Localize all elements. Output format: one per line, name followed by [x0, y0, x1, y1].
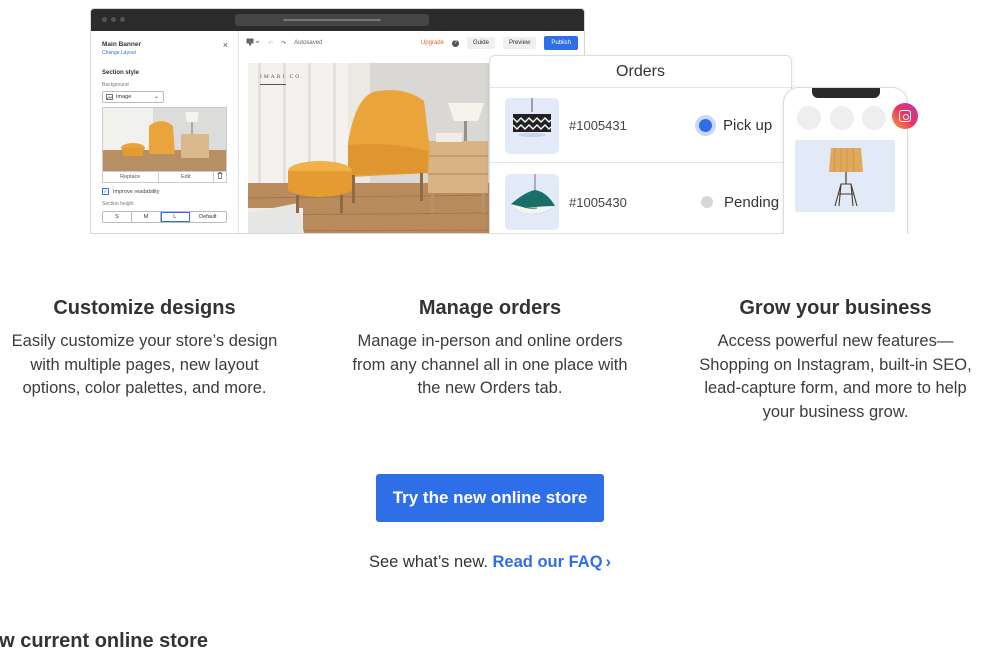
order-row[interactable]: #1005431 Pick up	[490, 89, 791, 163]
improve-readability-label: Improve readability	[113, 188, 160, 195]
size-option-s[interactable]: S	[103, 212, 132, 222]
window-dot-icon	[102, 17, 107, 22]
chevron-right-icon: ›	[605, 553, 612, 571]
order-number: #1005430	[569, 194, 627, 210]
table-lamp-image	[829, 147, 863, 207]
section-style-heading: Section style	[102, 70, 140, 76]
checkbox-check-icon: ✓	[102, 188, 109, 195]
change-layout-link[interactable]: Change Layout	[102, 50, 227, 56]
close-icon[interactable]: ×	[223, 40, 228, 50]
story-circle-icon	[797, 106, 821, 130]
orders-card: Orders #1005431 Pick up #1005430 Pending	[489, 55, 792, 234]
story-circle-icon	[862, 106, 886, 130]
feature-title: Customize designs	[53, 297, 236, 319]
help-icon[interactable]: ?	[451, 39, 459, 47]
chevron-down-icon: ⌄	[153, 94, 159, 100]
story-circle-icon	[830, 106, 854, 130]
feature-title: Manage orders	[418, 297, 562, 319]
desktop-icon	[246, 38, 260, 46]
image-icon	[106, 94, 113, 100]
order-product-thumbnail	[505, 97, 559, 154]
zigzag-lamp-image	[512, 97, 552, 137]
status-active-icon	[695, 115, 716, 136]
order-status-label: Pending	[724, 193, 780, 211]
instagram-shop-phone-mockup	[783, 87, 908, 234]
background-select-value: Image	[116, 94, 132, 100]
size-option-l[interactable]: L	[160, 212, 190, 222]
order-product-thumbnail	[505, 174, 559, 230]
order-status: Pick up	[695, 115, 772, 136]
publish-button[interactable]: Publish	[544, 36, 578, 50]
read-faq-link[interactable]: Read our FAQ ›	[493, 553, 612, 571]
section-height-label: Section height	[102, 201, 134, 207]
phone-product-card	[795, 140, 895, 212]
feature-description: Manage in-person and online orders from …	[352, 332, 628, 398]
feature-description: Access powerful new features—Shopping on…	[699, 332, 972, 422]
try-new-online-store-button[interactable]: Try the new online store	[376, 474, 604, 522]
read-faq-link-label: Read our FAQ	[492, 553, 603, 571]
feature-manage-orders: Manage orders Manage in-person and onlin…	[345, 295, 635, 401]
background-label: Background	[102, 82, 129, 88]
feature-customize-designs: Customize designs Easily customize your …	[0, 295, 289, 401]
panel-title: Main Banner	[102, 41, 142, 48]
background-select[interactable]: Image ⌄	[102, 91, 164, 103]
window-dot-icon	[120, 17, 125, 22]
pendant-lamp-image	[511, 174, 555, 214]
order-row[interactable]: #1005430 Pending	[490, 165, 791, 233]
living-room-thumbnail-image	[103, 108, 226, 171]
section-heading: ew current online store	[0, 630, 209, 652]
size-option-default[interactable]: Default	[190, 212, 226, 222]
preview-button[interactable]: Preview	[502, 37, 537, 49]
trash-icon[interactable]	[214, 172, 226, 182]
feature-grow-business: Grow your business Access powerful new f…	[690, 295, 981, 425]
canvas-brand-logo: IMARI CO.	[260, 74, 305, 85]
device-toggle[interactable]	[246, 38, 260, 48]
edit-button[interactable]: Edit	[159, 172, 214, 182]
hero-illustration: Main Banner Change Layout × Section styl…	[0, 0, 998, 234]
order-status: Pending	[695, 194, 779, 211]
address-bar	[235, 14, 429, 26]
undo-icon[interactable]: ↶	[268, 40, 273, 47]
upgrade-link[interactable]: Upgrade	[421, 40, 444, 46]
order-status-label: Pick up	[723, 117, 773, 134]
editor-settings-panel: Main Banner Change Layout × Section styl…	[91, 31, 239, 233]
editor-toolbar: ↶ ↷ Autosaved Upgrade ? Guide Preview Pu…	[240, 31, 584, 55]
redo-icon[interactable]: ↷	[281, 40, 286, 47]
browser-titlebar	[91, 9, 584, 31]
faq-prompt: See what’s new. Read our FAQ ›	[0, 553, 980, 572]
order-number: #1005431	[569, 118, 627, 133]
orders-title: Orders	[490, 56, 791, 88]
improve-readability-checkbox[interactable]: ✓ Improve readability	[102, 188, 227, 195]
feature-title: Grow your business	[739, 297, 932, 319]
size-option-m[interactable]: M	[132, 212, 161, 222]
faq-prefix-text: See what’s new.	[368, 553, 488, 571]
banner-image-thumbnail	[102, 107, 227, 172]
status-pending-icon	[701, 196, 713, 208]
feature-description: Easily customize your store’s design wit…	[11, 332, 278, 398]
living-room-banner-image	[248, 63, 498, 233]
phone-notch	[812, 88, 880, 98]
thumbnail-actions: Replace Edit	[102, 172, 227, 183]
guide-button[interactable]: Guide	[466, 37, 495, 49]
section-height-selector: S M L Default	[102, 211, 227, 223]
autosaved-status: Autosaved	[294, 40, 323, 46]
window-dot-icon	[111, 17, 116, 22]
instagram-icon	[892, 103, 918, 129]
editor-canvas-preview: IMARI CO.	[248, 63, 498, 233]
replace-button[interactable]: Replace	[103, 172, 159, 182]
